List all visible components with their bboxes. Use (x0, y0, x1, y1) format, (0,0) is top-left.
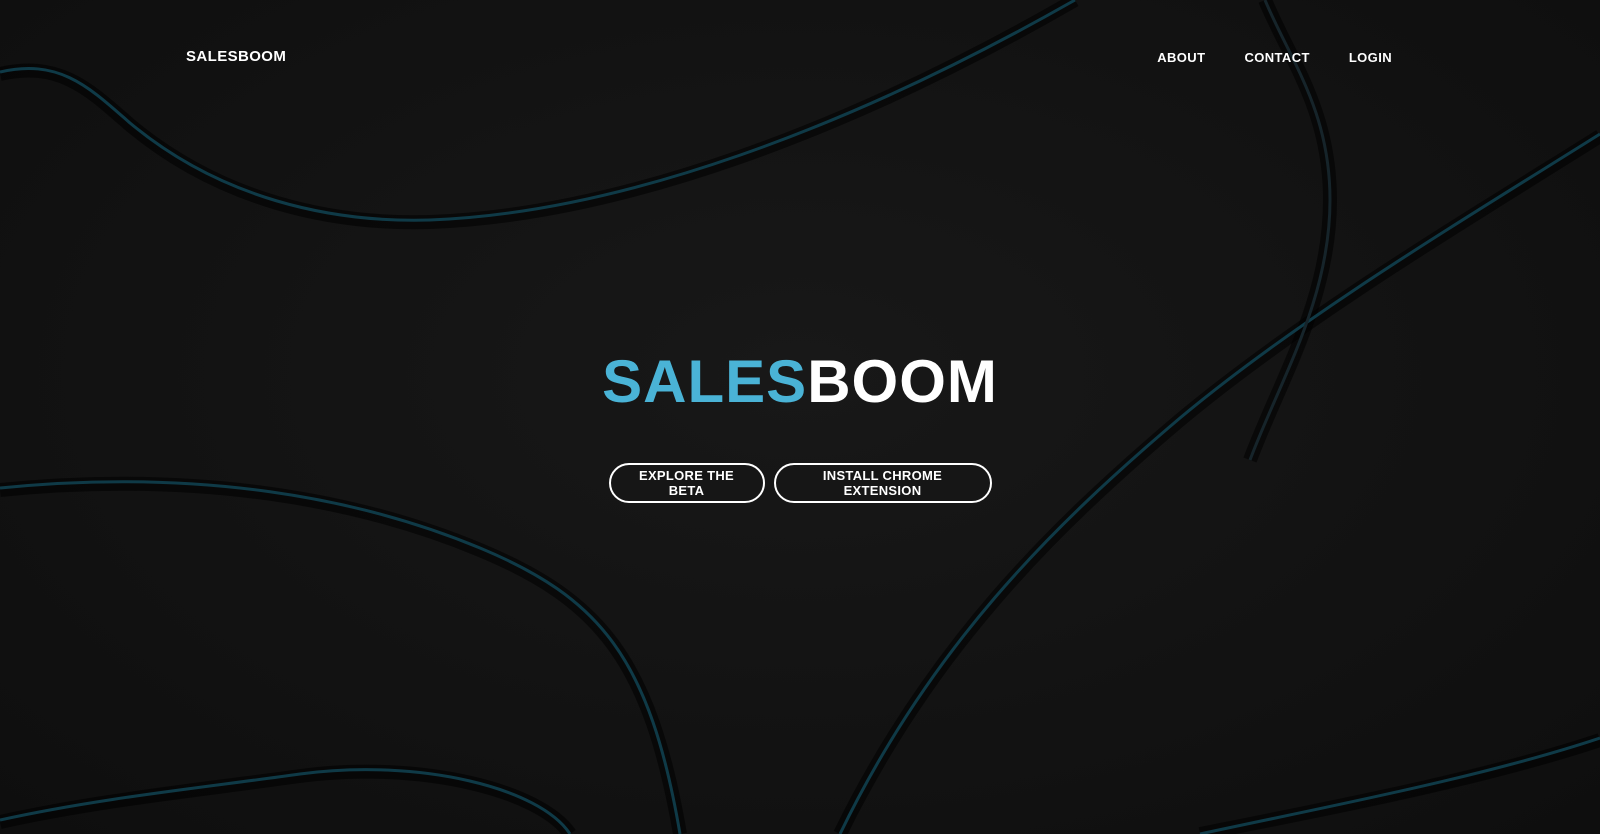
top-navigation: SALESBOOM ABOUT CONTACT LOGIN (0, 0, 1600, 115)
hero-title-accent: SALES (602, 348, 808, 415)
nav-link-contact[interactable]: CONTACT (1244, 50, 1309, 65)
hero-title-rest: BOOM (807, 348, 998, 415)
hero-actions: EXPLORE THE BETA INSTALL CHROME EXTENSIO… (0, 463, 1600, 503)
nav-link-about[interactable]: ABOUT (1157, 50, 1205, 65)
brand-logo[interactable]: SALESBOOM (186, 48, 286, 65)
landing-page: SALESBOOM ABOUT CONTACT LOGIN SALESBOOM … (0, 0, 1600, 834)
hero-section: SALESBOOM (0, 346, 1600, 418)
install-chrome-extension-button[interactable]: INSTALL CHROME EXTENSION (773, 463, 992, 503)
nav-link-login[interactable]: LOGIN (1349, 50, 1392, 65)
explore-beta-button[interactable]: EXPLORE THE BETA (608, 463, 765, 503)
nav-links: ABOUT CONTACT LOGIN (1157, 50, 1392, 65)
hero-title: SALESBOOM (0, 346, 1600, 418)
